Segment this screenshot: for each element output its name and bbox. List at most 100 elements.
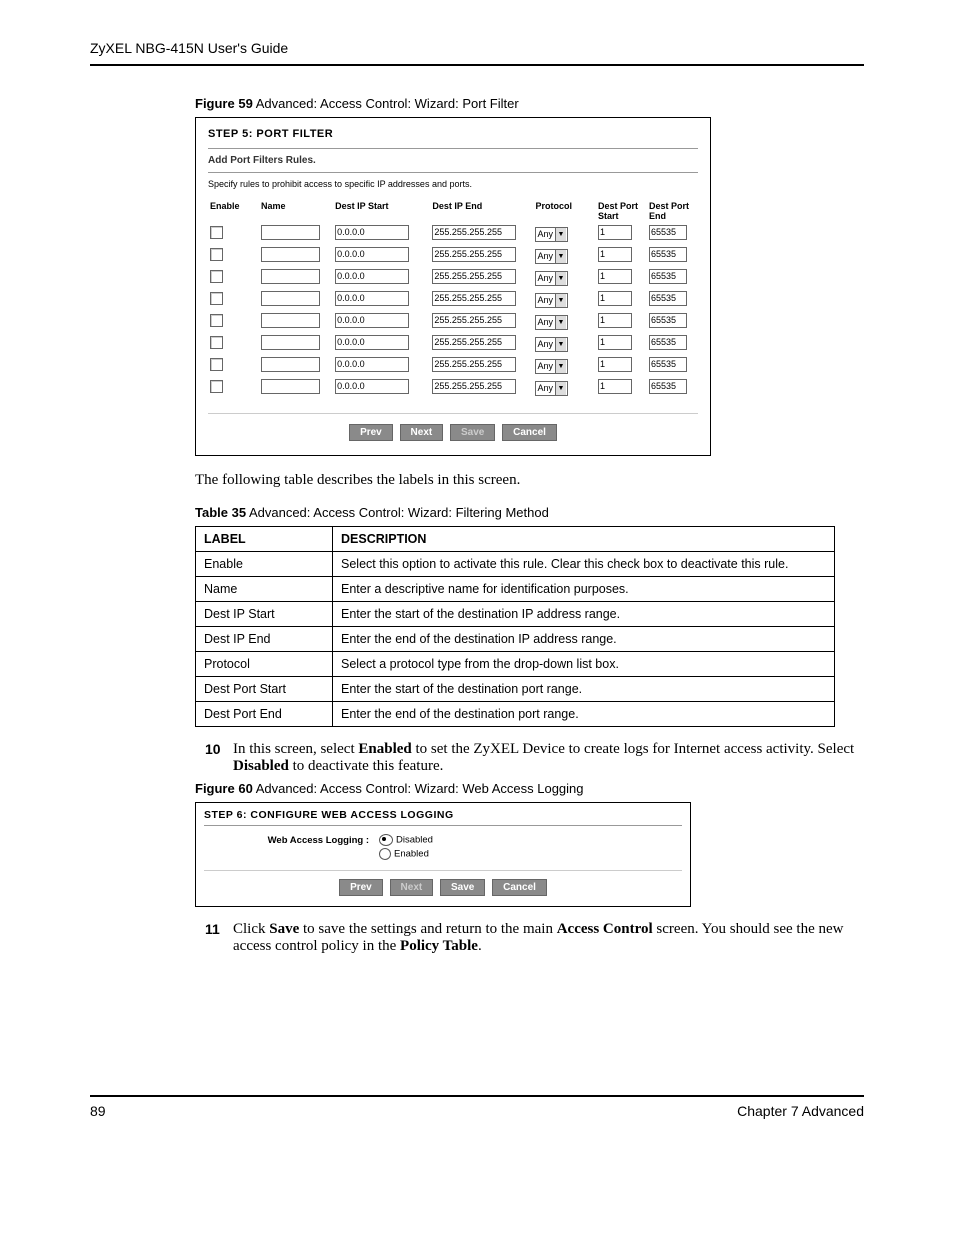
col-name: Name xyxy=(259,199,333,223)
table35-caption-num: Table 35 xyxy=(195,505,246,520)
enable-checkbox[interactable] xyxy=(210,248,223,261)
name-input[interactable] xyxy=(261,357,320,372)
table35-caption-text: Advanced: Access Control: Wizard: Filter… xyxy=(246,505,549,520)
col-protocol: Protocol xyxy=(533,199,596,223)
col-port-start: Dest Port Start xyxy=(596,199,647,223)
protocol-select[interactable]: Any▼ xyxy=(535,271,568,286)
table-row: ProtocolSelect a protocol type from the … xyxy=(196,652,835,677)
name-input[interactable] xyxy=(261,379,320,394)
ip-start-input[interactable]: 0.0.0.0 xyxy=(335,357,409,372)
s11-post: . xyxy=(478,938,482,954)
name-input[interactable] xyxy=(261,225,320,240)
enable-checkbox[interactable] xyxy=(210,336,223,349)
port-end-input[interactable]: 65535 xyxy=(649,357,687,372)
figure59-caption-num: Figure 59 xyxy=(195,96,253,111)
step6-buttons: Prev Next Save Cancel xyxy=(204,870,682,896)
name-input[interactable] xyxy=(261,247,320,262)
port-start-input[interactable]: 1 xyxy=(598,225,632,240)
s11-pre: Click xyxy=(233,921,269,937)
ip-end-input[interactable]: 255.255.255.255 xyxy=(432,247,516,262)
ip-end-input[interactable]: 255.255.255.255 xyxy=(432,357,516,372)
protocol-select[interactable]: Any▼ xyxy=(535,381,568,396)
enable-checkbox[interactable] xyxy=(210,358,223,371)
step-11: 11 Click Save to save the settings and r… xyxy=(195,921,864,955)
port-end-input[interactable]: 65535 xyxy=(649,269,687,284)
ip-end-input[interactable]: 255.255.255.255 xyxy=(432,291,516,306)
protocol-select[interactable]: Any▼ xyxy=(535,337,568,352)
ip-start-input[interactable]: 0.0.0.0 xyxy=(335,225,409,240)
port-start-input[interactable]: 1 xyxy=(598,269,632,284)
s11-b2: Access Control xyxy=(557,921,653,937)
chapter-label: Chapter 7 Advanced xyxy=(737,1103,864,1119)
protocol-select[interactable]: Any▼ xyxy=(535,293,568,308)
enable-checkbox[interactable] xyxy=(210,270,223,283)
ip-end-input[interactable]: 255.255.255.255 xyxy=(432,313,516,328)
protocol-select[interactable]: Any▼ xyxy=(535,315,568,330)
ip-start-input[interactable]: 0.0.0.0 xyxy=(335,335,409,350)
radio-enabled[interactable] xyxy=(379,848,391,860)
port-start-input[interactable]: 1 xyxy=(598,313,632,328)
port-start-input[interactable]: 1 xyxy=(598,291,632,306)
name-input[interactable] xyxy=(261,269,320,284)
protocol-select[interactable]: Any▼ xyxy=(535,227,568,242)
s11-b3: Policy Table xyxy=(400,938,478,954)
port-end-input[interactable]: 65535 xyxy=(649,313,687,328)
port-filter-table: Enable Name Dest IP Start Dest IP End Pr… xyxy=(208,199,698,399)
enable-checkbox[interactable] xyxy=(210,314,223,327)
enable-checkbox[interactable] xyxy=(210,226,223,239)
protocol-select[interactable]: Any▼ xyxy=(535,359,568,374)
figure59-caption: Figure 59 Advanced: Access Control: Wiza… xyxy=(195,96,864,111)
ip-start-input[interactable]: 0.0.0.0 xyxy=(335,291,409,306)
enable-checkbox[interactable] xyxy=(210,380,223,393)
chevron-down-icon: ▼ xyxy=(555,250,566,263)
page-number: 89 xyxy=(90,1103,106,1119)
port-filter-row: 0.0.0.0 255.255.255.255 Any▼ 1 65535 xyxy=(208,223,698,245)
save-button[interactable]: Save xyxy=(450,424,495,441)
ip-end-input[interactable]: 255.255.255.255 xyxy=(432,225,516,240)
prev-button-2[interactable]: Prev xyxy=(339,879,383,896)
port-filter-row: 0.0.0.0 255.255.255.255 Any▼ 1 65535 xyxy=(208,267,698,289)
cancel-button-2[interactable]: Cancel xyxy=(492,879,547,896)
step5-buttons: Prev Next Save Cancel xyxy=(208,413,698,441)
s10-b2: Disabled xyxy=(233,758,289,774)
save-button-2[interactable]: Save xyxy=(440,879,485,896)
name-input[interactable] xyxy=(261,291,320,306)
name-input[interactable] xyxy=(261,313,320,328)
ip-end-input[interactable]: 255.255.255.255 xyxy=(432,379,516,394)
port-start-input[interactable]: 1 xyxy=(598,247,632,262)
col-enable: Enable xyxy=(208,199,259,223)
table-row: Dest IP EndEnter the end of the destinat… xyxy=(196,627,835,652)
radio-disabled[interactable] xyxy=(379,834,393,846)
ip-start-input[interactable]: 0.0.0.0 xyxy=(335,247,409,262)
label-cell: Dest IP Start xyxy=(196,602,333,627)
port-end-input[interactable]: 65535 xyxy=(649,379,687,394)
table35-caption: Table 35 Advanced: Access Control: Wizar… xyxy=(195,505,864,520)
next-button[interactable]: Next xyxy=(400,424,444,441)
ip-start-input[interactable]: 0.0.0.0 xyxy=(335,379,409,394)
ip-end-input[interactable]: 255.255.255.255 xyxy=(432,335,516,350)
port-start-input[interactable]: 1 xyxy=(598,357,632,372)
s11-b1: Save xyxy=(269,921,299,937)
port-end-input[interactable]: 65535 xyxy=(649,335,687,350)
port-end-input[interactable]: 65535 xyxy=(649,291,687,306)
next-button-2[interactable]: Next xyxy=(390,879,434,896)
ip-start-input[interactable]: 0.0.0.0 xyxy=(335,269,409,284)
port-start-input[interactable]: 1 xyxy=(598,335,632,350)
port-end-input[interactable]: 65535 xyxy=(649,225,687,240)
enable-checkbox[interactable] xyxy=(210,292,223,305)
ip-end-input[interactable]: 255.255.255.255 xyxy=(432,269,516,284)
name-input[interactable] xyxy=(261,335,320,350)
label-cell: Dest IP End xyxy=(196,627,333,652)
cancel-button[interactable]: Cancel xyxy=(502,424,557,441)
port-filter-row: 0.0.0.0 255.255.255.255 Any▼ 1 65535 xyxy=(208,289,698,311)
protocol-select[interactable]: Any▼ xyxy=(535,249,568,264)
port-end-input[interactable]: 65535 xyxy=(649,247,687,262)
label-cell: Name xyxy=(196,577,333,602)
s10-pre: In this screen, select xyxy=(233,741,358,757)
prev-button[interactable]: Prev xyxy=(349,424,393,441)
port-filter-row: 0.0.0.0 255.255.255.255 Any▼ 1 65535 xyxy=(208,377,698,399)
label-cell: Dest Port End xyxy=(196,702,333,727)
ip-start-input[interactable]: 0.0.0.0 xyxy=(335,313,409,328)
chevron-down-icon: ▼ xyxy=(555,228,566,241)
port-start-input[interactable]: 1 xyxy=(598,379,632,394)
